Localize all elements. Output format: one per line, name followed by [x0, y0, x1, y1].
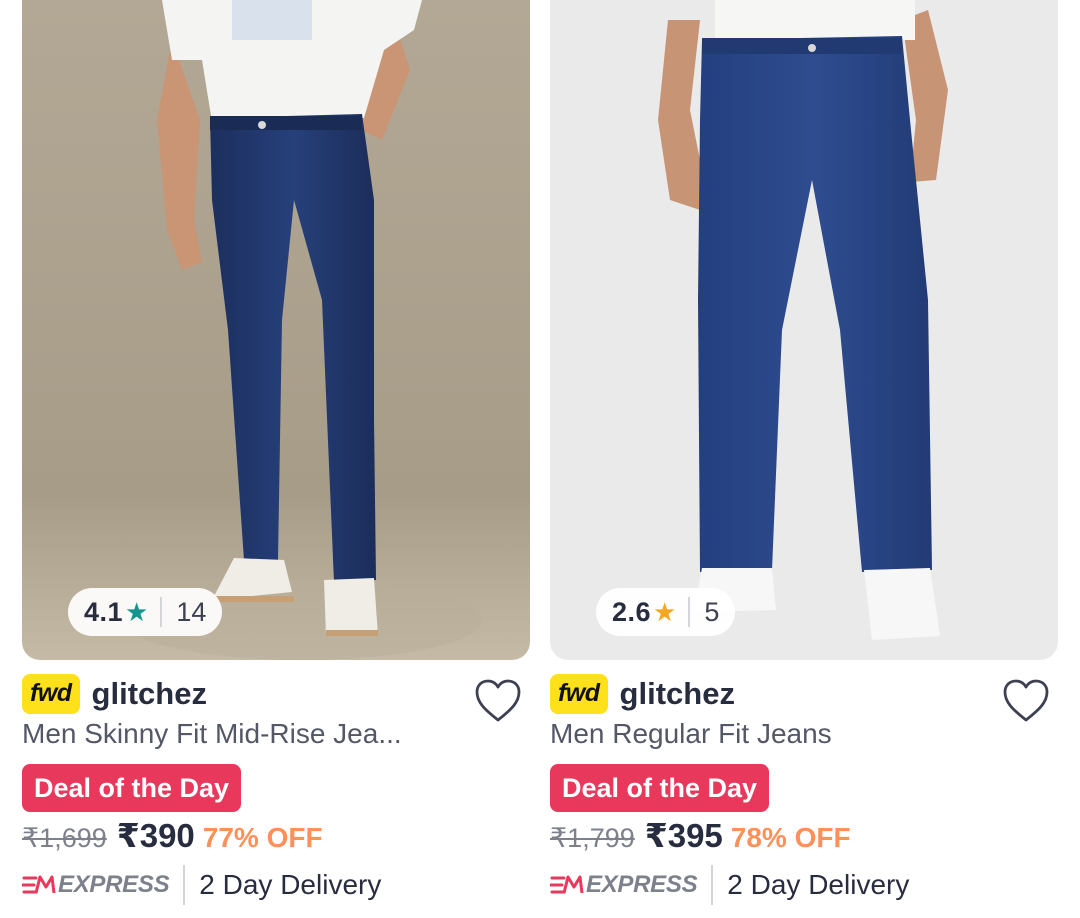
product-title: Men Skinny Fit Mid-Rise Jea...	[22, 718, 402, 749]
rating-value: 2.6	[612, 596, 652, 627]
express-label: EXPRESS	[586, 871, 698, 898]
rating-pill: 4.1 ★ 14	[68, 588, 223, 636]
rating-divider	[688, 597, 691, 627]
heart-icon	[1003, 679, 1049, 722]
delivery-text: 2 Day Delivery	[199, 869, 382, 900]
heart-icon	[475, 679, 521, 722]
product-image-skinny-jeans	[22, 0, 530, 660]
express-icon	[550, 875, 584, 894]
brand-name: glitchez	[619, 676, 735, 711]
express-icon	[22, 875, 56, 894]
mrp-price: ₹1,699	[22, 823, 107, 853]
express-label: EXPRESS	[58, 871, 170, 898]
brand-row: fwd glitchez	[22, 670, 207, 718]
sale-price: ₹390	[116, 817, 195, 854]
discount-label: 78% OFF	[730, 822, 851, 853]
rating-divider	[160, 597, 163, 627]
delivery-divider	[183, 865, 186, 905]
product-title: Men Regular Fit Jeans	[550, 718, 832, 749]
rating-value: 4.1	[84, 596, 124, 627]
product-card-1[interactable]: 4.1 ★ 14 fwd glitchez Men Skinny Fit Mid…	[22, 0, 530, 918]
rating-count: 14	[176, 596, 207, 627]
wishlist-button[interactable]	[474, 678, 522, 724]
product-card-2[interactable]: 2.6 ★ 5 fwd glitchez Men Regular Fit Jea…	[550, 0, 1058, 918]
brand-row: fwd glitchez	[550, 670, 735, 718]
deal-badge: Deal of the Day	[550, 764, 770, 812]
fwd-badge: fwd	[550, 674, 608, 714]
fwd-badge: fwd	[22, 674, 80, 714]
price-row: ₹1,799 ₹395 78% OFF	[550, 816, 851, 860]
express-logo: EXPRESS	[550, 871, 698, 899]
sale-price: ₹395	[644, 817, 723, 854]
brand-name: glitchez	[91, 676, 207, 711]
wishlist-button[interactable]	[1002, 678, 1050, 724]
deal-badge: Deal of the Day	[22, 764, 242, 812]
product-image[interactable]	[550, 0, 1058, 660]
delivery-row: EXPRESS 2 Day Delivery	[550, 862, 909, 908]
star-icon: ★	[125, 596, 149, 627]
discount-label: 77% OFF	[202, 822, 323, 853]
express-logo: EXPRESS	[22, 871, 170, 899]
rating-count: 5	[704, 596, 720, 627]
price-row: ₹1,699 ₹390 77% OFF	[22, 816, 323, 860]
mrp-price: ₹1,799	[550, 823, 635, 853]
star-icon: ★	[653, 596, 677, 627]
product-image[interactable]	[22, 0, 530, 660]
delivery-text: 2 Day Delivery	[727, 869, 910, 900]
delivery-row: EXPRESS 2 Day Delivery	[22, 862, 381, 908]
rating-pill: 2.6 ★ 5	[596, 588, 736, 636]
product-image-regular-jeans	[550, 0, 1058, 660]
delivery-divider	[711, 865, 714, 905]
